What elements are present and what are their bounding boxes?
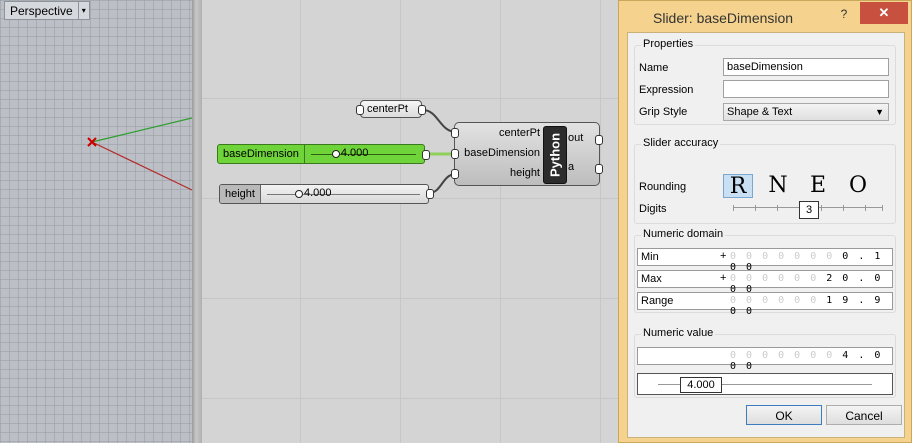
- slider-accuracy-title: Slider accuracy: [641, 137, 721, 149]
- output-a[interactable]: a: [568, 161, 574, 173]
- output-out[interactable]: out: [568, 132, 583, 144]
- rounding-label: Rounding: [639, 181, 687, 193]
- x-axis-line: [91, 141, 192, 191]
- basedimension-slider-name: baseDimension: [218, 145, 305, 163]
- height-slider[interactable]: height 4.000: [219, 184, 429, 204]
- python-input-grip-2[interactable]: [451, 149, 459, 159]
- slider-accuracy-group: Slider accuracy Rounding R N E O Digits …: [634, 137, 896, 224]
- value-slider-knob[interactable]: 4.000: [680, 377, 722, 393]
- dialog-titlebar[interactable]: Slider: baseDimension ? ✕: [619, 1, 911, 35]
- min-row[interactable]: Min + 0 0 0 0 0 0 0 0 . 1 0 0: [637, 248, 893, 273]
- grip-style-value: Shape & Text: [727, 106, 793, 118]
- max-sign[interactable]: +: [720, 272, 726, 284]
- chevron-down-icon[interactable]: ▾: [77, 2, 89, 19]
- viewport-tab[interactable]: Perspective ▾: [4, 1, 90, 20]
- ok-button[interactable]: OK: [746, 405, 822, 425]
- min-label: Min: [641, 251, 659, 263]
- python-output-grip-1[interactable]: [595, 135, 603, 145]
- expression-label: Expression: [639, 84, 694, 96]
- world-axes: [87, 117, 192, 191]
- height-slider-knob[interactable]: [294, 190, 303, 198]
- value-slider[interactable]: 4.000: [637, 373, 893, 395]
- panel-splitter[interactable]: [192, 0, 202, 443]
- rounding-n-button[interactable]: N: [763, 174, 793, 198]
- input-height[interactable]: height: [510, 167, 540, 179]
- expression-field[interactable]: [723, 80, 889, 98]
- digits-slider-knob[interactable]: 3: [799, 201, 819, 219]
- max-row[interactable]: Max + 0 0 0 0 0 0 2 0 . 0 0 0: [637, 270, 893, 295]
- close-icon[interactable]: ✕: [860, 2, 908, 24]
- height-slider-track[interactable]: 4.000: [261, 185, 428, 203]
- input-centerpt[interactable]: centerPt: [499, 127, 540, 139]
- centerpt-input-grip[interactable]: [356, 105, 364, 115]
- properties-group: Properties Name baseDimension Expression…: [634, 38, 896, 125]
- height-output-grip[interactable]: [426, 189, 434, 199]
- wire-layer: [422, 109, 457, 194]
- rounding-o-button[interactable]: O: [843, 174, 873, 198]
- cancel-button[interactable]: Cancel: [826, 405, 902, 425]
- range-label: Range: [641, 295, 674, 307]
- rhino-perspective-viewport[interactable]: Perspective ▾: [0, 0, 192, 443]
- dialog-body: Properties Name baseDimension Expression…: [627, 32, 905, 438]
- grasshopper-canvas[interactable]: centerPt baseDimension 4.000 height 4.00…: [202, 0, 618, 443]
- origin-marker-icon: [87, 137, 97, 147]
- grip-style-label: Grip Style: [639, 106, 688, 118]
- y-axis-line: [91, 117, 192, 143]
- python-output-grip-2[interactable]: [595, 164, 603, 174]
- range-row[interactable]: Range 0 0 0 0 0 0 1 9 . 9 0 0: [637, 292, 893, 317]
- min-sign[interactable]: +: [720, 250, 726, 262]
- numeric-value-group: Numeric value 0 0 0 0 0 0 0 4 . 0 0 0 4.…: [634, 327, 896, 398]
- centerpt-output-grip[interactable]: [418, 105, 426, 115]
- value-row[interactable]: 0 0 0 0 0 0 0 4 . 0 0 0: [637, 347, 893, 372]
- max-label: Max: [641, 273, 662, 285]
- basedimension-slider-track[interactable]: 4.000: [305, 145, 424, 163]
- grip-style-select[interactable]: Shape & Text ▼: [723, 103, 889, 121]
- viewport-tab-label: Perspective: [10, 3, 73, 18]
- numeric-domain-title: Numeric domain: [641, 228, 726, 240]
- basedimension-output-grip[interactable]: [422, 150, 430, 160]
- digits-label: Digits: [639, 203, 667, 215]
- value-digits[interactable]: 0 0 0 0 0 0 0 4 . 0 0 0: [730, 350, 892, 372]
- help-icon[interactable]: ?: [836, 6, 852, 22]
- centerpt-param-label: centerPt: [367, 103, 408, 115]
- centerpt-param[interactable]: centerPt: [360, 100, 422, 118]
- name-field[interactable]: baseDimension: [723, 58, 889, 76]
- python-component[interactable]: centerPt baseDimension height Python out…: [454, 122, 600, 186]
- python-input-grip-3[interactable]: [451, 169, 459, 179]
- python-core-label[interactable]: Python: [543, 126, 567, 184]
- name-label: Name: [639, 62, 669, 74]
- python-input-grip-1[interactable]: [451, 128, 459, 138]
- dialog-title: Slider: baseDimension: [653, 10, 794, 26]
- chevron-down-icon: ▼: [875, 107, 884, 117]
- numeric-value-title: Numeric value: [641, 327, 716, 339]
- slider-dialog: Slider: baseDimension ? ✕ Properties Nam…: [618, 0, 912, 443]
- basedimension-slider-knob[interactable]: [331, 150, 340, 158]
- properties-title: Properties: [641, 38, 696, 50]
- rounding-r-button[interactable]: R: [723, 174, 753, 199]
- numeric-domain-group: Numeric domain Min + 0 0 0 0 0 0 0 0 . 1…: [634, 228, 896, 317]
- rounding-e-button[interactable]: E: [803, 174, 833, 198]
- basedimension-slider-value: 4.000: [340, 147, 369, 159]
- input-basedimension[interactable]: baseDimension: [464, 147, 540, 159]
- basedimension-slider[interactable]: baseDimension 4.000: [217, 144, 425, 164]
- height-slider-value: 4.000: [303, 187, 332, 199]
- range-digits[interactable]: 0 0 0 0 0 0 1 9 . 9 0 0: [730, 295, 892, 317]
- height-slider-name: height: [220, 185, 261, 203]
